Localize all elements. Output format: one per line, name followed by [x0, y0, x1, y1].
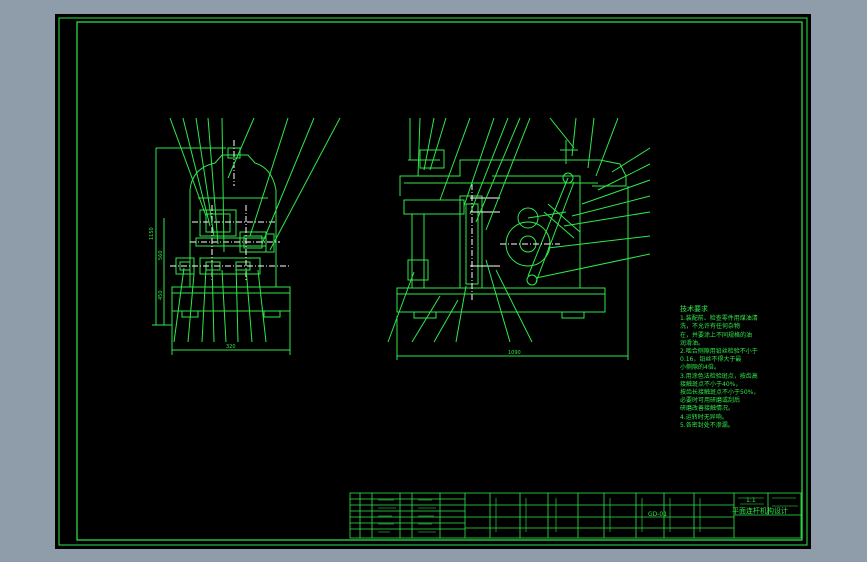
- side-width-dimension: 1090: [508, 350, 521, 356]
- note-line: 润滑油。: [680, 339, 705, 347]
- front-mid-height-dimension: 560: [158, 250, 164, 260]
- technical-notes-heading: 技术要求: [680, 305, 708, 313]
- note-line: 研磨改善接触情况。: [680, 405, 735, 413]
- note-line: 按齿长接触斑点不小于50%，: [680, 389, 760, 397]
- front-low-height-dimension: 450: [158, 290, 164, 300]
- title-block-title: 平面连杆机构设计: [732, 507, 788, 515]
- cad-drawing-sheet: 320 1150 560 450 1090: [55, 14, 811, 549]
- sheet-background: [55, 14, 811, 549]
- note-line: 4.运转时无异响。: [680, 413, 728, 421]
- front-width-dimension: 320: [226, 344, 236, 350]
- note-line: 洗，不允许有任何杂物: [680, 323, 741, 331]
- note-line: 接触斑点不小于40%，: [680, 380, 742, 388]
- title-block-scale: 1:1: [746, 497, 756, 504]
- note-line: 3.用涂色法检验斑点，按齿高: [680, 372, 758, 380]
- note-line: 2.啮合侧隙用铅丝检验不小于: [680, 348, 758, 356]
- technical-notes: 技术要求 1.装配前、检查零件用煤油清 洗，不允许有任何杂物 在，并要涂上不同规…: [680, 305, 780, 430]
- note-line: 5.各密封处不渗漏。: [680, 421, 734, 429]
- title-block: 1:1 GD-01 平面连杆机构设计: [350, 493, 801, 538]
- title-block-drawing-no: GD-01: [648, 511, 668, 518]
- note-line: 在，并要涂上不同规格的油: [680, 331, 753, 339]
- note-line: 小侧隙的4倍。: [680, 364, 720, 372]
- front-height-dimension: 1150: [149, 227, 155, 240]
